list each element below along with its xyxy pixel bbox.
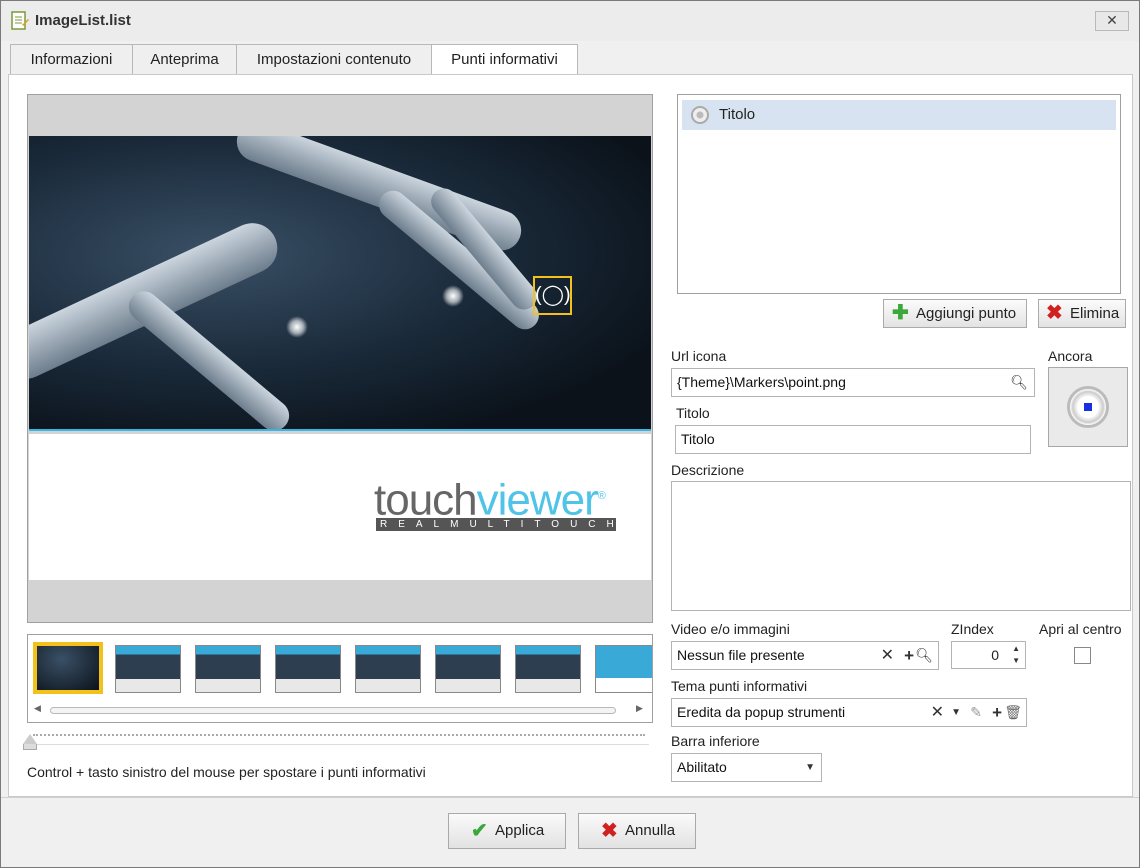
accent-line (29, 429, 651, 431)
increment-icon[interactable]: ▲ (1012, 644, 1020, 653)
x-icon: ✖ (1046, 302, 1063, 324)
footer-divider (1, 797, 1139, 798)
slider-handle[interactable] (23, 734, 37, 744)
light-glow (442, 285, 464, 307)
open-center-label: Apri al centro (1039, 621, 1122, 637)
add-icon[interactable]: + (904, 642, 914, 669)
thumbnail[interactable] (435, 645, 501, 693)
description-field[interactable] (671, 481, 1131, 611)
clear-icon[interactable]: ✕ (931, 699, 944, 726)
zoom-slider[interactable] (23, 732, 649, 752)
thumbnail[interactable] (355, 645, 421, 693)
slider-ticks (33, 734, 645, 736)
dialog-window: ImageList.list ✕ Informazioni Anteprima … (0, 0, 1140, 868)
url-icon-label: Url icona (671, 348, 727, 364)
tab-informazioni[interactable]: Informazioni (10, 44, 133, 75)
scrollbar-thumb[interactable] (50, 707, 616, 714)
check-icon: ✔ (471, 820, 488, 842)
thumbnail-selected[interactable] (33, 642, 103, 694)
theme-field[interactable]: Eredita da popup strumenti ✕ ▼ ✎ + 🗑︎ (671, 698, 1027, 727)
plus-icon: ✚ (892, 302, 909, 324)
light-glow (286, 316, 308, 338)
thumbnail[interactable] (195, 645, 261, 693)
search-icon[interactable]: 🔍︎ (1010, 369, 1028, 396)
apply-button[interactable]: ✔ Applica (448, 813, 566, 849)
add-icon[interactable]: + (992, 699, 1002, 726)
add-point-button[interactable]: ✚ Aggiungi punto (883, 299, 1027, 328)
chevron-down-icon[interactable]: ▼ (805, 754, 815, 781)
thumbnail[interactable] (115, 645, 181, 693)
document-icon (11, 11, 29, 30)
thumbnail[interactable] (595, 645, 652, 693)
close-button[interactable]: ✕ (1095, 11, 1129, 31)
scroll-left-icon[interactable]: ◀ (34, 703, 41, 714)
anchor-label: Ancora (1048, 348, 1093, 364)
delete-button[interactable]: ✖ Elimina (1038, 299, 1126, 328)
logo-subtitle: REALMULTITOUCH (376, 518, 616, 531)
url-icon-field[interactable]: {Theme}\Markers\point.png 🔍︎ (671, 368, 1035, 397)
tab-punti-informativi[interactable]: Punti informativi (431, 44, 578, 76)
horizontal-scrollbar[interactable]: ◀ ▶ (32, 703, 646, 717)
trash-icon[interactable]: 🗑︎ (1004, 699, 1022, 726)
theme-label: Tema punti informativi (671, 678, 808, 694)
zindex-label: ZIndex (951, 621, 994, 637)
anchor-dot[interactable] (1084, 403, 1092, 411)
slider-handle-base[interactable] (23, 744, 37, 750)
list-item[interactable]: Titolo (682, 100, 1116, 130)
points-list: Titolo (677, 94, 1121, 294)
image-preview[interactable]: (◯) touchviewer® REALMULTITOUCH (27, 94, 653, 623)
logo-area: touchviewer® REALMULTITOUCH (29, 434, 651, 580)
point-icon (691, 106, 709, 124)
bottom-bar-label: Barra inferiore (671, 733, 760, 749)
info-point-marker[interactable]: (◯) (533, 276, 572, 315)
open-center-checkbox[interactable] (1074, 647, 1091, 664)
thumbnail[interactable] (275, 645, 341, 693)
zindex-stepper[interactable]: 0 ▲ ▼ (951, 641, 1026, 669)
chevron-down-icon[interactable]: ▼ (951, 699, 961, 726)
hand-shape (122, 285, 296, 431)
tab-impostazioni-contenuto[interactable]: Impostazioni contenuto (236, 44, 432, 75)
thumbnail[interactable] (515, 645, 581, 693)
scroll-right-icon[interactable]: ▶ (636, 703, 643, 714)
anchor-picker[interactable] (1048, 367, 1128, 447)
hint-text: Control + tasto sinistro del mouse per s… (27, 764, 426, 780)
slider-track (23, 744, 649, 745)
video-field[interactable]: Nessun file presente ✕ + 🔍︎ (671, 641, 939, 670)
search-icon[interactable]: 🔍︎ (915, 642, 933, 669)
window-title: ImageList.list (35, 12, 131, 29)
video-label: Video e/o immagini (671, 621, 790, 637)
cancel-button[interactable]: ✖ Annulla (578, 813, 696, 849)
point-label: Titolo (719, 106, 756, 123)
x-icon: ✖ (601, 820, 618, 842)
tab-anteprima[interactable]: Anteprima (132, 44, 237, 75)
description-label: Descrizione (671, 462, 745, 478)
touchviewer-logo: touchviewer® (374, 475, 606, 525)
clear-icon[interactable]: ✕ (881, 642, 894, 669)
title-field[interactable]: Titolo (675, 425, 1031, 454)
title-label: Titolo (676, 405, 710, 421)
target-icon: (◯) (535, 284, 571, 306)
title-bar: ImageList.list ✕ (1, 1, 1139, 41)
pencil-icon[interactable]: ✎ (970, 699, 982, 726)
preview-photo: (◯) (29, 136, 651, 431)
thumbnail-strip: ◀ ▶ (27, 634, 653, 723)
bottom-bar-select[interactable]: Abilitato ▼ (671, 753, 822, 782)
decrement-icon[interactable]: ▼ (1012, 656, 1020, 665)
